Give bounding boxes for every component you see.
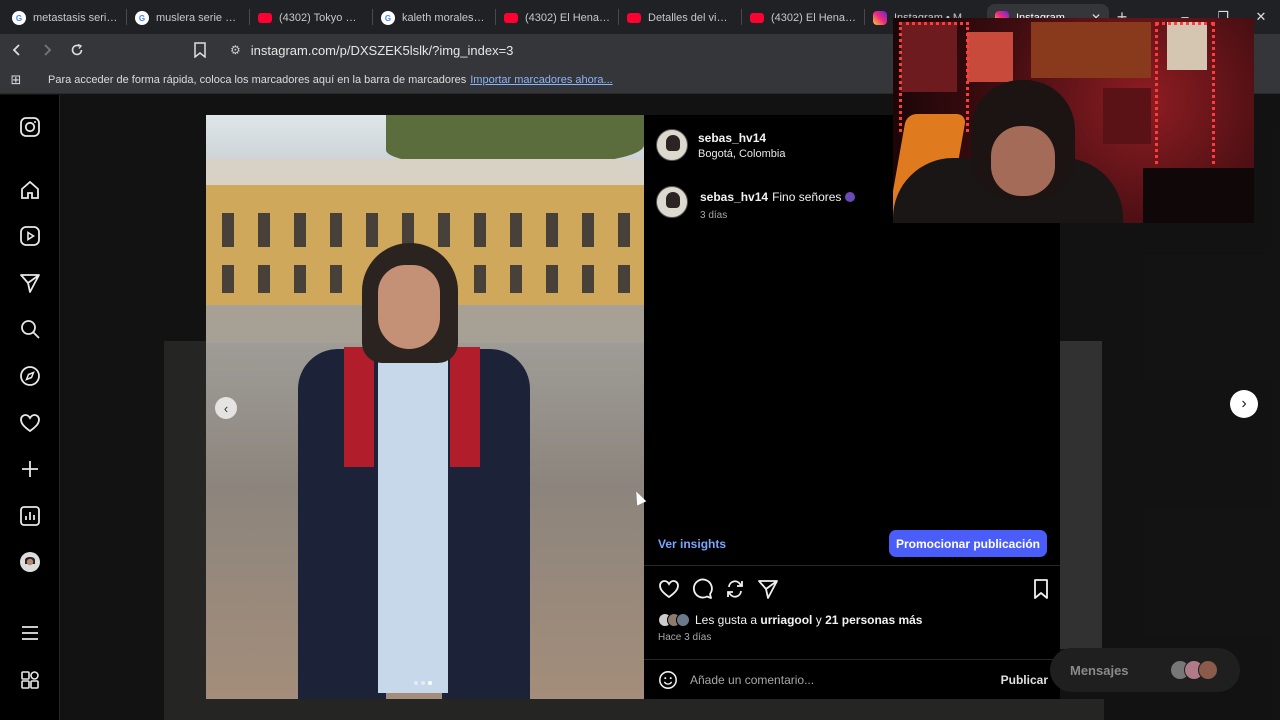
google-icon: G bbox=[135, 11, 149, 25]
share-send-icon[interactable] bbox=[757, 578, 779, 600]
browser-tab[interactable]: Gkaleth morales - B bbox=[373, 4, 495, 32]
reels-icon[interactable] bbox=[18, 224, 42, 248]
likes-count-link[interactable]: 21 personas más bbox=[825, 613, 922, 627]
also-from-meta-icon[interactable] bbox=[18, 668, 42, 692]
moon-emoji-icon bbox=[845, 192, 856, 202]
save-bookmark-icon[interactable] bbox=[1030, 578, 1052, 600]
next-post-button[interactable]: › bbox=[1230, 390, 1258, 418]
carousel-dot bbox=[421, 681, 425, 685]
browser-tab[interactable]: Gmetastasis serie - bbox=[4, 4, 126, 32]
liker-avatar bbox=[676, 613, 690, 627]
divider bbox=[644, 565, 1060, 566]
browser-tab[interactable]: (4302) El Henao - bbox=[742, 4, 864, 32]
bookmark-page-icon[interactable] bbox=[193, 42, 207, 58]
browser-tab[interactable]: (4302) El Henao - bbox=[496, 4, 618, 32]
instagram-sidebar bbox=[0, 95, 60, 720]
streamer-webcam-overlay bbox=[893, 18, 1254, 223]
contact-avatar bbox=[1198, 660, 1218, 680]
view-insights-link[interactable]: Ver insights bbox=[658, 537, 726, 551]
back-button[interactable] bbox=[4, 37, 30, 63]
profile-avatar-icon[interactable] bbox=[18, 550, 42, 574]
youtube-icon bbox=[504, 13, 518, 23]
explore-compass-icon[interactable] bbox=[18, 364, 42, 388]
search-icon[interactable] bbox=[18, 317, 42, 341]
liker-username[interactable]: urriagool bbox=[760, 613, 812, 627]
create-plus-icon[interactable] bbox=[18, 457, 42, 481]
promote-post-button[interactable]: Promocionar publicación bbox=[889, 530, 1047, 557]
browser-tab[interactable]: (4302) Tokyo Drift bbox=[250, 4, 372, 32]
author-username[interactable]: sebas_hv14 bbox=[698, 131, 766, 145]
comment-composer: Publicar bbox=[644, 660, 1060, 699]
notifications-heart-icon[interactable] bbox=[18, 411, 42, 435]
emoji-picker-icon[interactable] bbox=[658, 670, 678, 690]
caption-age: 3 días bbox=[700, 210, 728, 221]
post-actions bbox=[658, 578, 1048, 602]
dashboard-icon[interactable] bbox=[18, 504, 42, 528]
repost-icon[interactable] bbox=[724, 578, 746, 600]
back-arrow-icon bbox=[12, 44, 20, 56]
message-avatars bbox=[1170, 660, 1218, 680]
reload-icon bbox=[71, 43, 83, 56]
google-icon: G bbox=[381, 11, 395, 25]
apps-grid-icon[interactable]: ⊞ bbox=[0, 72, 32, 88]
author-avatar[interactable] bbox=[656, 129, 688, 161]
bookmarks-hint: Para acceder de forma rápida, coloca los… bbox=[48, 73, 467, 86]
more-menu-icon[interactable] bbox=[18, 621, 42, 645]
publish-comment-button[interactable]: Publicar bbox=[1001, 673, 1048, 687]
post-location[interactable]: Bogotá, Colombia bbox=[698, 148, 785, 160]
youtube-icon bbox=[750, 13, 764, 23]
carousel-prev-button[interactable]: ‹ bbox=[215, 397, 237, 419]
messages-drawer-button[interactable]: Mensajes bbox=[1050, 648, 1240, 692]
comment-bubble-icon[interactable] bbox=[691, 578, 713, 600]
like-heart-icon[interactable] bbox=[658, 578, 680, 600]
youtube-studio-icon bbox=[627, 13, 641, 23]
likes-summary: Les gusta a urriagool y 21 personas más bbox=[658, 613, 922, 627]
site-info-icon[interactable]: ⚙ bbox=[230, 43, 241, 57]
carousel-indicator bbox=[414, 681, 432, 685]
instagram-logo-icon[interactable] bbox=[18, 115, 42, 139]
browser-tab[interactable]: Gmuslera serie a - B bbox=[127, 4, 249, 32]
import-bookmarks-link[interactable]: Importar marcadores ahora... bbox=[470, 74, 612, 86]
browser-tab[interactable]: Detalles del video bbox=[619, 4, 741, 32]
chevron-right-icon: › bbox=[1241, 395, 1247, 412]
carousel-dot-active bbox=[428, 681, 432, 685]
address-bar[interactable]: ⚙ instagram.com/p/DXSZEK5lslk/?img_index… bbox=[220, 38, 900, 62]
url-text: instagram.com/p/DXSZEK5lslk/?img_index=3 bbox=[250, 42, 514, 58]
carousel-dot bbox=[414, 681, 418, 685]
caption-text: Fino señores bbox=[772, 190, 842, 204]
post-photo[interactable] bbox=[206, 115, 644, 699]
forward-button[interactable] bbox=[34, 37, 60, 63]
caption-username[interactable]: sebas_hv14 bbox=[700, 190, 768, 204]
messages-send-icon[interactable] bbox=[18, 271, 42, 295]
caption-avatar[interactable] bbox=[656, 186, 688, 218]
reload-button[interactable] bbox=[64, 37, 90, 63]
google-icon: G bbox=[12, 11, 26, 25]
post-timestamp: Hace 3 días bbox=[658, 632, 712, 643]
comment-input[interactable] bbox=[690, 672, 990, 687]
home-icon[interactable] bbox=[18, 178, 42, 202]
youtube-icon bbox=[258, 13, 272, 23]
post-caption: sebas_hv14 Fino señores bbox=[700, 190, 856, 204]
instagram-icon bbox=[873, 11, 887, 25]
forward-arrow-icon bbox=[44, 44, 52, 56]
messages-label: Mensajes bbox=[1070, 662, 1129, 678]
chevron-left-icon: ‹ bbox=[223, 400, 229, 416]
